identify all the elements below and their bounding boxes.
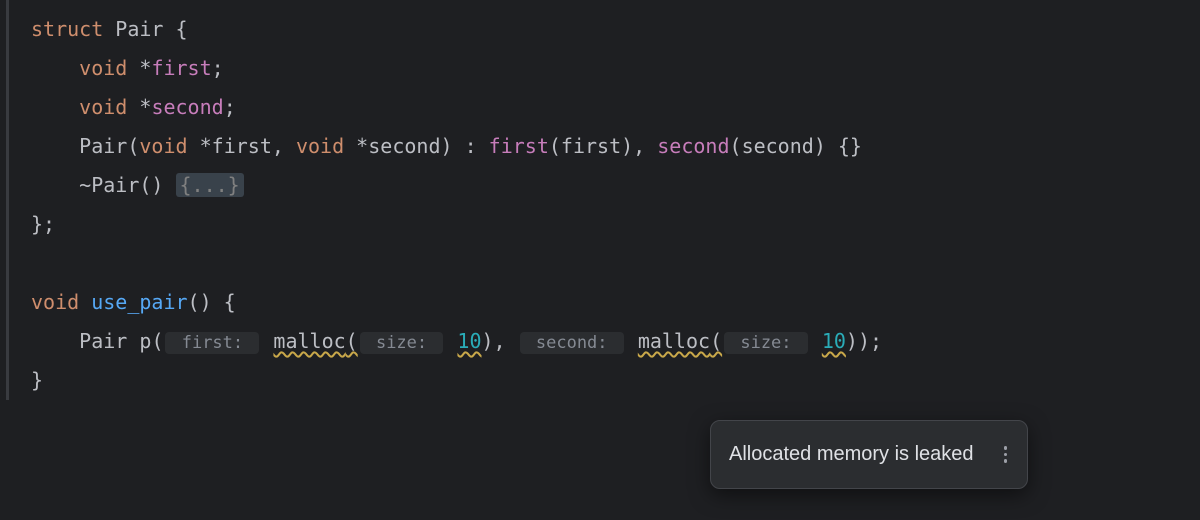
inlay-hint-first: first: bbox=[165, 332, 259, 354]
paren-close: ), bbox=[621, 134, 657, 158]
indent bbox=[31, 56, 79, 80]
code-line[interactable]: void use_pair() { bbox=[9, 283, 1200, 322]
paren-open: ( bbox=[346, 329, 358, 353]
parens-brace: () { bbox=[188, 290, 236, 314]
inlay-hint-size: size: bbox=[724, 332, 808, 354]
semicolon: ; bbox=[224, 95, 236, 119]
init-arg-second: second bbox=[742, 134, 814, 158]
paren-close-semi: )); bbox=[846, 329, 882, 353]
paren-open: ( bbox=[127, 134, 139, 158]
semicolon: ; bbox=[212, 56, 224, 80]
paren-close-colon: ) : bbox=[440, 134, 488, 158]
indent bbox=[31, 134, 79, 158]
code-line[interactable]: Pair p( first: malloc( size: 10), second… bbox=[9, 322, 1200, 361]
param-first: first bbox=[212, 134, 272, 158]
code-line[interactable]: ~Pair() {...} bbox=[9, 166, 1200, 205]
star: * bbox=[188, 134, 212, 158]
paren-open: ( bbox=[549, 134, 561, 158]
code-line[interactable]: }; bbox=[9, 205, 1200, 244]
code-line-empty[interactable] bbox=[9, 244, 1200, 283]
call-malloc-1: malloc bbox=[273, 329, 345, 353]
init-field-first: first bbox=[489, 134, 549, 158]
tooltip-more-actions-icon[interactable] bbox=[1002, 440, 1010, 469]
function-name: use_pair bbox=[91, 290, 187, 314]
code-editor[interactable]: struct Pair { void *first; void *second;… bbox=[6, 0, 1200, 400]
keyword-struct: struct bbox=[31, 17, 103, 41]
type-void: void bbox=[139, 134, 187, 158]
call-malloc-2: malloc bbox=[638, 329, 710, 353]
struct-name: Pair bbox=[115, 17, 163, 41]
type-pair: Pair bbox=[79, 329, 127, 353]
inlay-hint-second: second: bbox=[520, 332, 624, 354]
code-line[interactable]: struct Pair { bbox=[9, 10, 1200, 49]
code-line[interactable]: } bbox=[9, 361, 1200, 400]
field-first: first bbox=[151, 56, 211, 80]
number-10: 10 bbox=[822, 329, 846, 353]
brace-open: { bbox=[163, 17, 187, 41]
param-second: second bbox=[368, 134, 440, 158]
brace-close: } bbox=[31, 368, 43, 392]
space bbox=[127, 329, 139, 353]
tooltip-message: Allocated memory is leaked bbox=[729, 435, 974, 474]
init-field-second: second bbox=[657, 134, 729, 158]
type-void: void bbox=[79, 56, 127, 80]
paren-open: ( bbox=[710, 329, 722, 353]
field-second: second bbox=[151, 95, 223, 119]
type-void: void bbox=[296, 134, 344, 158]
code-line[interactable]: void *second; bbox=[9, 88, 1200, 127]
constructor-name: Pair bbox=[79, 134, 127, 158]
code-line[interactable]: void *first; bbox=[9, 49, 1200, 88]
type-void: void bbox=[31, 290, 79, 314]
paren-close-comma: ), bbox=[482, 329, 518, 353]
indent bbox=[31, 173, 79, 197]
tilde: ~ bbox=[79, 173, 91, 197]
comma: , bbox=[272, 134, 296, 158]
star: * bbox=[344, 134, 368, 158]
type-void: void bbox=[79, 95, 127, 119]
indent bbox=[31, 329, 79, 353]
parens-empty: () bbox=[139, 173, 175, 197]
inlay-hint-size: size: bbox=[360, 332, 444, 354]
star: * bbox=[127, 95, 151, 119]
brace-close-semi: }; bbox=[31, 212, 55, 236]
var-p: p bbox=[139, 329, 151, 353]
folded-region[interactable]: {...} bbox=[176, 173, 244, 197]
inspection-tooltip[interactable]: Allocated memory is leaked bbox=[710, 420, 1028, 489]
paren-open: ( bbox=[730, 134, 742, 158]
paren-open: ( bbox=[151, 329, 163, 353]
init-arg-first: first bbox=[561, 134, 621, 158]
number-10: 10 bbox=[457, 329, 481, 353]
indent bbox=[31, 95, 79, 119]
code-line[interactable]: Pair(void *first, void *second) : first(… bbox=[9, 127, 1200, 166]
star: * bbox=[127, 56, 151, 80]
paren-close-braces: ) {} bbox=[814, 134, 862, 158]
space bbox=[103, 17, 115, 41]
destructor-name: Pair bbox=[91, 173, 139, 197]
space bbox=[79, 290, 91, 314]
